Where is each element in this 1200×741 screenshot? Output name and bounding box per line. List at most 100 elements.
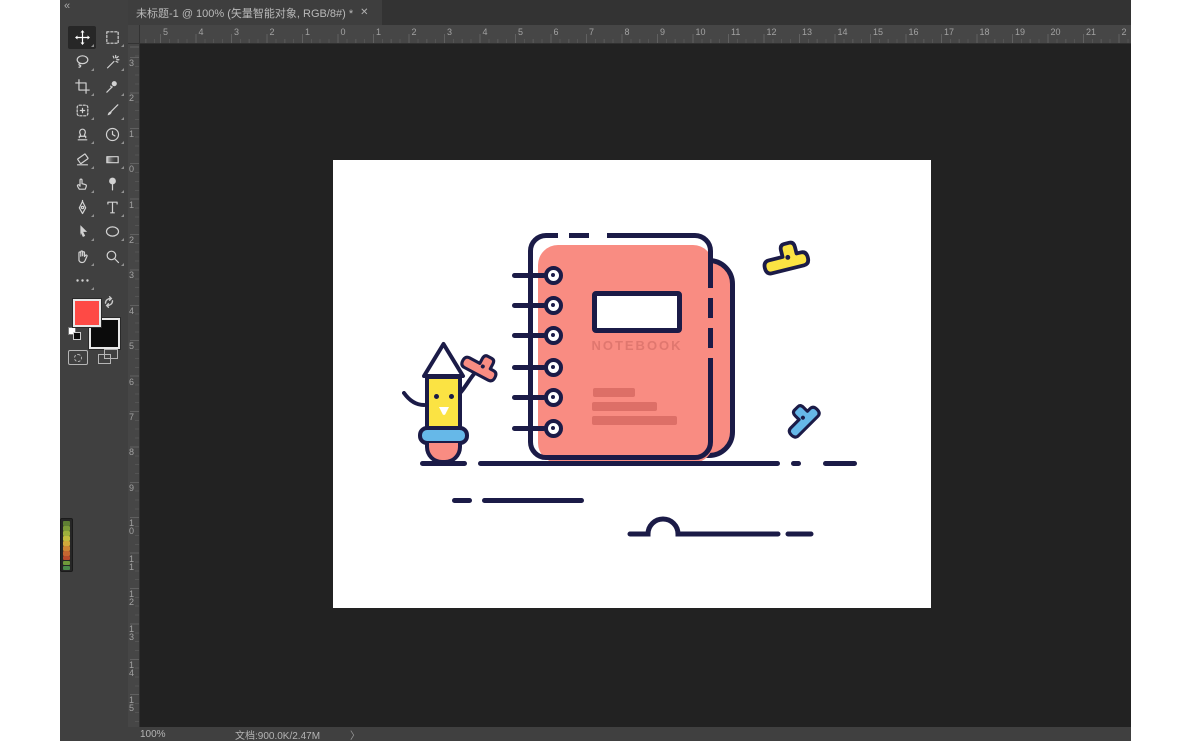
notebook-text-line <box>592 416 677 425</box>
artboard[interactable]: NOTEBOOK <box>333 160 931 608</box>
h-ruler-number: 18 <box>980 27 990 37</box>
close-tab-icon[interactable]: ✕ <box>360 7 368 18</box>
pencil-eye <box>449 394 454 399</box>
foreground-color-swatch[interactable] <box>73 299 101 327</box>
h-ruler-number: 9 <box>660 27 665 37</box>
v-ruler-number: 1 3 <box>129 625 134 641</box>
outline-dash-gap <box>706 318 718 328</box>
v-ruler-number: 1 <box>129 201 134 209</box>
outline-dash-gap <box>706 288 718 298</box>
move-tool[interactable] <box>68 26 96 49</box>
hand-tool[interactable] <box>68 245 96 268</box>
swap-colors-icon[interactable] <box>102 295 116 309</box>
strip-segment <box>63 556 70 561</box>
eyedropper-tool[interactable] <box>98 75 126 98</box>
ring-circle <box>544 358 563 377</box>
h-ruler-number: 15 <box>873 27 883 37</box>
collapsed-panel-strip[interactable] <box>60 518 73 572</box>
type-tool[interactable] <box>98 196 126 219</box>
brush-tool[interactable] <box>98 99 126 122</box>
h-ruler-number: 5 <box>163 27 168 37</box>
pencil-left-arm <box>402 391 426 408</box>
h-ruler-number: 3 <box>447 27 452 37</box>
collapse-panel-button[interactable]: « <box>64 0 69 12</box>
path-selection-tool[interactable] <box>68 220 96 243</box>
ground-line <box>478 461 780 466</box>
crop-tool[interactable] <box>68 75 96 98</box>
pen-tool[interactable] <box>68 196 96 219</box>
v-ruler-number: 4 <box>129 307 134 315</box>
v-ruler-number: 1 5 <box>129 696 134 712</box>
strip-segment <box>63 526 70 531</box>
strip-segment <box>63 551 70 556</box>
strip-segment <box>63 566 70 571</box>
yellow-clip <box>757 236 813 278</box>
h-ruler-number: 5 <box>518 27 523 37</box>
pencil-eye <box>434 394 439 399</box>
h-ruler-number: 8 <box>625 27 630 37</box>
ring-line <box>512 333 546 338</box>
lasso-tool[interactable] <box>68 50 96 73</box>
notebook-text-line <box>592 402 657 411</box>
ellipse-shape-tool[interactable] <box>98 220 126 243</box>
clone-stamp-tool[interactable] <box>68 123 96 146</box>
more-tools[interactable] <box>68 269 96 292</box>
notebook-title-text: NOTEBOOK <box>572 338 702 353</box>
tools-panel: « <box>60 0 128 741</box>
document-tab[interactable]: 未标题-1 @ 100% (矢量智能对象, RGB/8#) * ✕ <box>128 0 382 25</box>
screen-mode-button[interactable] <box>98 349 120 366</box>
photoshop-window: « 未标题-1 @ 100% (矢量智能对象, RGB/8#) * ✕ 5 4 3 2… <box>60 0 1131 741</box>
document-tab-title: 未标题-1 @ 100% (矢量智能对象, RGB/8#) * <box>136 5 353 21</box>
pencil-mouth <box>437 405 451 417</box>
magic-wand-tool[interactable] <box>98 50 126 73</box>
accent-line <box>482 498 584 503</box>
default-colors-icon[interactable] <box>68 327 82 341</box>
vertical-ruler[interactable]: 32101234567891 01 11 21 31 41 5 <box>128 44 140 727</box>
h-ruler-number: 2 <box>270 27 275 37</box>
status-expand-chevron[interactable]: 〉 <box>350 727 360 741</box>
strip-segment <box>63 546 70 551</box>
ring-circle <box>544 296 563 315</box>
blue-clip <box>778 396 825 443</box>
healing-patch-tool[interactable] <box>68 99 96 122</box>
ring-line <box>512 273 546 278</box>
eraser-tool[interactable] <box>68 148 96 171</box>
ring-circle <box>544 388 563 407</box>
v-ruler-number: 7 <box>129 413 134 421</box>
notebook-text-line <box>593 388 635 397</box>
marquee-tool[interactable] <box>98 26 126 49</box>
h-ruler-number: 2 <box>412 27 417 37</box>
h-ruler-number: 20 <box>1051 27 1061 37</box>
zoom-level-field[interactable]: 100% <box>140 729 200 740</box>
history-brush-tool[interactable] <box>98 123 126 146</box>
horizontal-ruler[interactable]: 5432101234567891011121314151617181920212 <box>140 25 1131 44</box>
v-ruler-number: 8 <box>129 448 134 456</box>
h-ruler-number: 1 <box>376 27 381 37</box>
outline-dash-gap <box>706 348 718 358</box>
quick-mask-button[interactable] <box>68 350 88 365</box>
gradient-tool[interactable] <box>98 148 126 171</box>
zoom-tool[interactable] <box>98 245 126 268</box>
h-ruler-number: 21 <box>1086 27 1096 37</box>
dodge-tool[interactable] <box>98 172 126 195</box>
h-ruler-number: 11 <box>731 27 740 37</box>
ring-line <box>512 426 546 431</box>
v-ruler-number: 0 <box>129 165 134 173</box>
v-ruler-number: 2 <box>129 94 134 102</box>
v-ruler-number: 1 0 <box>129 519 134 535</box>
h-ruler-number: 17 <box>944 27 954 37</box>
document-tab-bar: 未标题-1 @ 100% (矢量智能对象, RGB/8#) * ✕ <box>128 0 1131 25</box>
h-ruler-number: 4 <box>483 27 488 37</box>
v-ruler-number: 2 <box>129 236 134 244</box>
strip-segment <box>63 531 70 536</box>
smudge-tool[interactable] <box>68 172 96 195</box>
h-ruler-number: 16 <box>909 27 919 37</box>
pencil-body <box>425 375 462 430</box>
v-ruler-number: 9 <box>129 484 134 492</box>
ring-line <box>512 365 546 370</box>
v-ruler-number: 6 <box>129 378 134 386</box>
strip-segment <box>63 521 70 526</box>
ruler-origin-corner[interactable] <box>128 25 140 44</box>
h-ruler-number: 19 <box>1015 27 1025 37</box>
ring-circle <box>544 266 563 285</box>
